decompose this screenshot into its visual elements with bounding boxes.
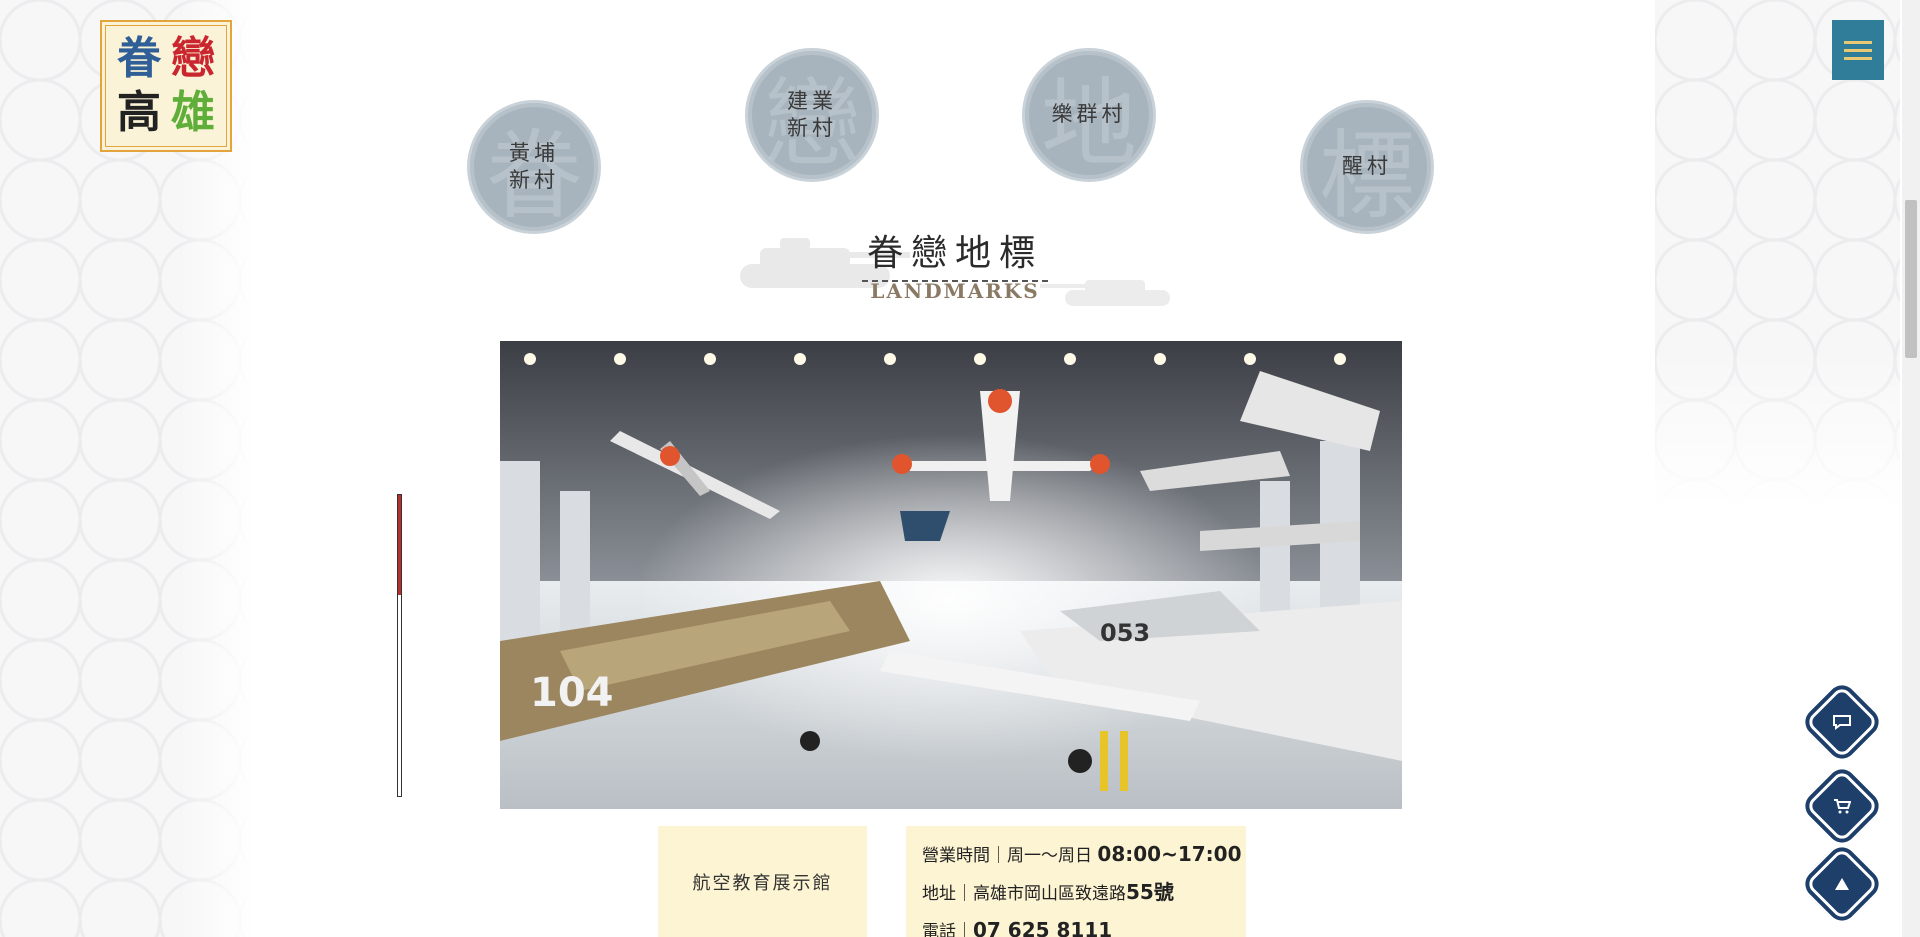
logo-char-3: 高 (117, 87, 161, 138)
scroll-top-button[interactable] (1805, 847, 1879, 921)
logo-char-2: 戀 (171, 33, 215, 84)
site-logo[interactable]: 眷 戀 高 雄 (100, 20, 232, 152)
chat-button[interactable] (1805, 685, 1879, 759)
page-scrollbar-thumb[interactable] (1905, 200, 1917, 358)
village-label: 建業 新村 (787, 88, 837, 140)
village-jianye[interactable]: 戀 建業 新村 (745, 48, 879, 182)
cart-button[interactable] (1805, 769, 1879, 843)
hamburger-icon (1844, 40, 1872, 44)
page-scrollbar[interactable] (1902, 0, 1920, 937)
village-huangpu[interactable]: 眷 黃埔 新村 (467, 100, 601, 234)
logo-char-4: 雄 (171, 87, 215, 138)
address: 地址｜高雄市岡山區致遠路55號 (922, 880, 1174, 904)
village-xing[interactable]: 標 醒村 (1300, 100, 1434, 234)
village-label: 醒村 (1342, 154, 1392, 179)
plane-number-104: 104 (530, 670, 614, 716)
section-title: 眷戀地標 (862, 224, 1048, 282)
slider-progress-track[interactable] (397, 494, 402, 797)
aviation-hall-image: 104 053 (500, 341, 1402, 809)
landmark-photo: 104 053 (500, 341, 1402, 809)
landmark-details: 營業時間｜周一～周日 08:00~17:00 地址｜高雄市岡山區致遠路55號 電… (906, 826, 1246, 937)
section-subtitle: LANDMARKS (870, 279, 1040, 303)
logo-char-1: 眷 (117, 33, 161, 84)
landmark-name: 航空教育展示館 (658, 826, 867, 937)
village-lequn[interactable]: 地 樂群村 (1022, 48, 1156, 182)
village-label: 樂群村 (1051, 102, 1127, 127)
slider-progress-thumb[interactable] (398, 495, 401, 595)
plane-number-053: 053 (1100, 619, 1150, 647)
village-label: 黃埔 新村 (509, 140, 559, 192)
tank-silhouette-right (1040, 280, 1170, 306)
opening-hours: 營業時間｜周一～周日 08:00~17:00 (922, 842, 1242, 866)
phone: 電話｜07 625 8111 (922, 918, 1113, 937)
menu-button[interactable] (1832, 20, 1884, 80)
